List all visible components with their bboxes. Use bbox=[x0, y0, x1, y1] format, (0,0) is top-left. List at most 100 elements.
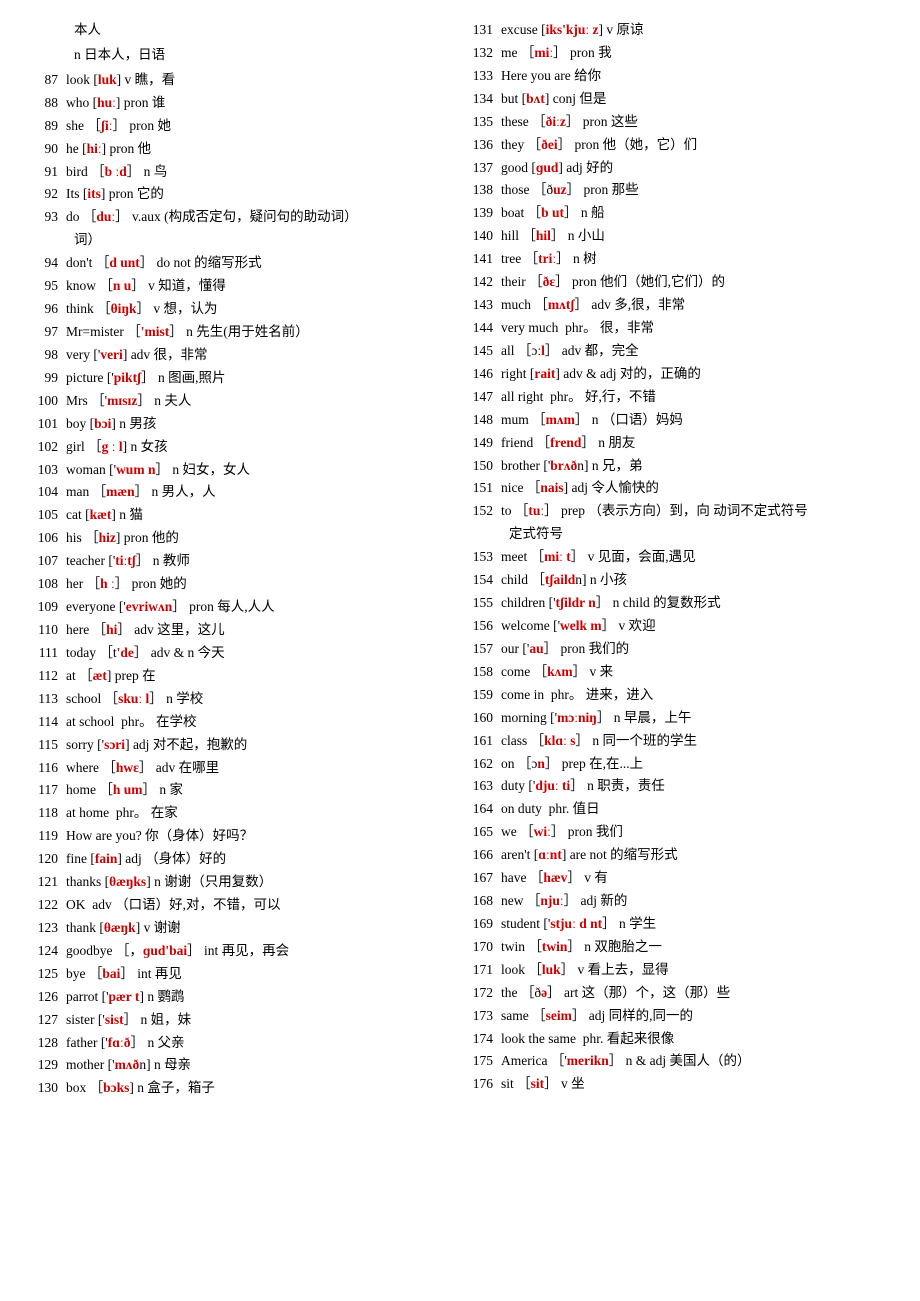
entry-phonetic: ［njuː］ bbox=[527, 893, 577, 908]
entry-word: class bbox=[501, 733, 527, 748]
entry-content: all ［ɔːl］ adv 都，完全 bbox=[501, 341, 890, 362]
entry-content: Its [its] pron 它的 bbox=[66, 184, 455, 205]
entry-number: 106 bbox=[30, 528, 66, 549]
list-item: 168new ［njuː］ adj 新的 bbox=[465, 891, 890, 912]
entry-phonetic: [hiː] bbox=[82, 141, 106, 156]
list-item: 123thank [θæŋk] v 谢谢 bbox=[30, 918, 455, 939]
entry-pos: n bbox=[584, 939, 591, 954]
entry-phonetic: ［frend］ bbox=[537, 435, 595, 450]
entry-content: here ［hi］ adv 这里，这儿 bbox=[66, 620, 455, 641]
entry-number: 164 bbox=[465, 799, 501, 820]
entry-word: sister bbox=[66, 1012, 95, 1027]
entry-meaning: 看上去，显得 bbox=[588, 962, 669, 977]
entry-word: look the same bbox=[501, 1031, 576, 1046]
entry-word: their bbox=[501, 274, 526, 289]
entry-word: girl bbox=[66, 439, 85, 454]
list-item: 127sister ['sist］ n 姐，妹 bbox=[30, 1010, 455, 1031]
entry-meaning: 有 bbox=[594, 870, 608, 885]
entry-pos: pron bbox=[189, 599, 214, 614]
entry-phonetic: ［d unt］ bbox=[96, 255, 153, 270]
entry-pos: v bbox=[606, 22, 613, 37]
entry-meaning: 鹦鹉 bbox=[157, 989, 184, 1004]
entry-pos: phr. bbox=[583, 1031, 604, 1046]
entry-phonetic: ［h ː］ bbox=[87, 576, 129, 591]
entry-number: 160 bbox=[465, 708, 501, 729]
entry-pos: pron bbox=[584, 182, 609, 197]
entry-content: man ［mæn］ n 男人，人 bbox=[66, 482, 455, 503]
list-item: 112at ［æt] prep 在 bbox=[30, 666, 455, 687]
entry-word: Mr=mister bbox=[66, 324, 124, 339]
entry-meaning: 早晨，上午 bbox=[624, 710, 692, 725]
entry-content: class ［klɑː s］ n 同一个班的学生 bbox=[501, 731, 890, 752]
entry-content: home ［h um］ n 家 bbox=[66, 780, 455, 801]
entry-content: at school phr。 在学校 bbox=[66, 712, 455, 733]
list-item: 174look the same phr. 看起来很像 bbox=[465, 1029, 890, 1050]
entry-content: morning ['mɔːniŋ］ n 早晨，上午 bbox=[501, 708, 890, 729]
entry-meaning: 它的 bbox=[137, 186, 164, 201]
entry-pos: pron bbox=[560, 641, 585, 656]
entry-phonetic: ［luk］ bbox=[528, 962, 574, 977]
list-item: 92Its [its] pron 它的 bbox=[30, 184, 455, 205]
list-item: 171look ［luk］ v 看上去，显得 bbox=[465, 960, 890, 981]
entry-phonetic: ['mʌðn] bbox=[108, 1057, 151, 1072]
entry-word: boat bbox=[501, 205, 524, 220]
list-item: 138those ［ðuz］ pron 那些 bbox=[465, 180, 890, 201]
entry-phonetic: ［ɔn］ bbox=[518, 756, 559, 771]
entry-word: school bbox=[66, 691, 101, 706]
list-item: 104man ［mæn］ n 男人，人 bbox=[30, 482, 455, 503]
entry-content: same ［seim］ adj 同样的,同一的 bbox=[501, 1006, 890, 1027]
entry-content: Here you are 给你 bbox=[501, 66, 890, 87]
list-item: 153meet ［miː t］ v 见面，会面,遇见 bbox=[465, 547, 890, 568]
entry-word: everyone bbox=[66, 599, 115, 614]
list-item: 107teacher ['tiːtʃ］ n 教师 bbox=[30, 551, 455, 572]
entry-number: 115 bbox=[30, 735, 66, 756]
entry-number: 173 bbox=[465, 1006, 501, 1027]
entry-meaning: 好的 bbox=[586, 160, 613, 175]
entry-content: they ［ðei］ pron 他（她，它）们 bbox=[501, 135, 890, 156]
entry-word: today bbox=[66, 645, 96, 660]
entry-word: friend bbox=[501, 435, 533, 450]
entry-content: duty ['djuː ti］ n 职责，责任 bbox=[501, 776, 890, 797]
entry-content: boat ［b ut］ n 船 bbox=[501, 203, 890, 224]
entry-word: have bbox=[501, 870, 526, 885]
entry-pos: n bbox=[186, 324, 193, 339]
entry-meaning: 新的 bbox=[600, 893, 627, 908]
entry-pos: v bbox=[588, 549, 595, 564]
entry-pos: n bbox=[619, 916, 626, 931]
entry-phonetic: ['djuː ti］ bbox=[528, 778, 583, 793]
entry-meaning: 我们 bbox=[596, 824, 623, 839]
entry-pos: pron bbox=[124, 530, 149, 545]
entry-phonetic: ［h um］ bbox=[99, 782, 156, 797]
entry-pos: adj bbox=[125, 851, 142, 866]
entry-number: 117 bbox=[30, 780, 66, 801]
entry-word: America bbox=[501, 1053, 547, 1068]
entry-word: brother bbox=[501, 458, 540, 473]
entry-word: child bbox=[501, 572, 528, 587]
entry-meaning: 他 bbox=[138, 141, 152, 156]
entry-number: 152 bbox=[465, 501, 501, 522]
entry-meaning: （表示方向）到，向 动词不定式符号 bbox=[588, 503, 807, 518]
entry-content: OK adv （口语）好,对，不错，可以 bbox=[66, 895, 455, 916]
entry-content: our ['au］ pron 我们的 bbox=[501, 639, 890, 660]
entry-meaning: 教师 bbox=[163, 553, 190, 568]
entry-pos: pron bbox=[132, 576, 157, 591]
entry-content: mum ［mʌm］ n （口语）妈妈 bbox=[501, 410, 890, 431]
entry-content: bird ［b ːd］ n 鸟 bbox=[66, 162, 455, 183]
list-item: 141tree ［triː］ n 树 bbox=[465, 249, 890, 270]
entry-number: 169 bbox=[465, 914, 501, 935]
entry-word: parrot bbox=[66, 989, 98, 1004]
entry-content: hill ［hil］ n 小山 bbox=[501, 226, 890, 247]
entry-pos: n bbox=[172, 462, 179, 477]
entry-phonetic: ［nais] bbox=[527, 480, 568, 495]
list-item: 152to ［tuː］ prep （表示方向）到，向 动词不定式符号 bbox=[465, 501, 890, 522]
entry-pos: n bbox=[592, 412, 599, 427]
entry-phonetic: ［æt] bbox=[79, 668, 111, 683]
list-item: 156welcome ['welk m］ v 欢迎 bbox=[465, 616, 890, 637]
entry-meaning: 双胞胎之一 bbox=[594, 939, 662, 954]
entry-meaning: 小山 bbox=[578, 228, 605, 243]
entry-phonetic: ［miː］ bbox=[521, 45, 567, 60]
entry-number: 102 bbox=[30, 437, 66, 458]
entry-word: his bbox=[66, 530, 82, 545]
entry-content: come ［kʌm］ v 来 bbox=[501, 662, 890, 683]
entry-pos: n bbox=[147, 1035, 154, 1050]
